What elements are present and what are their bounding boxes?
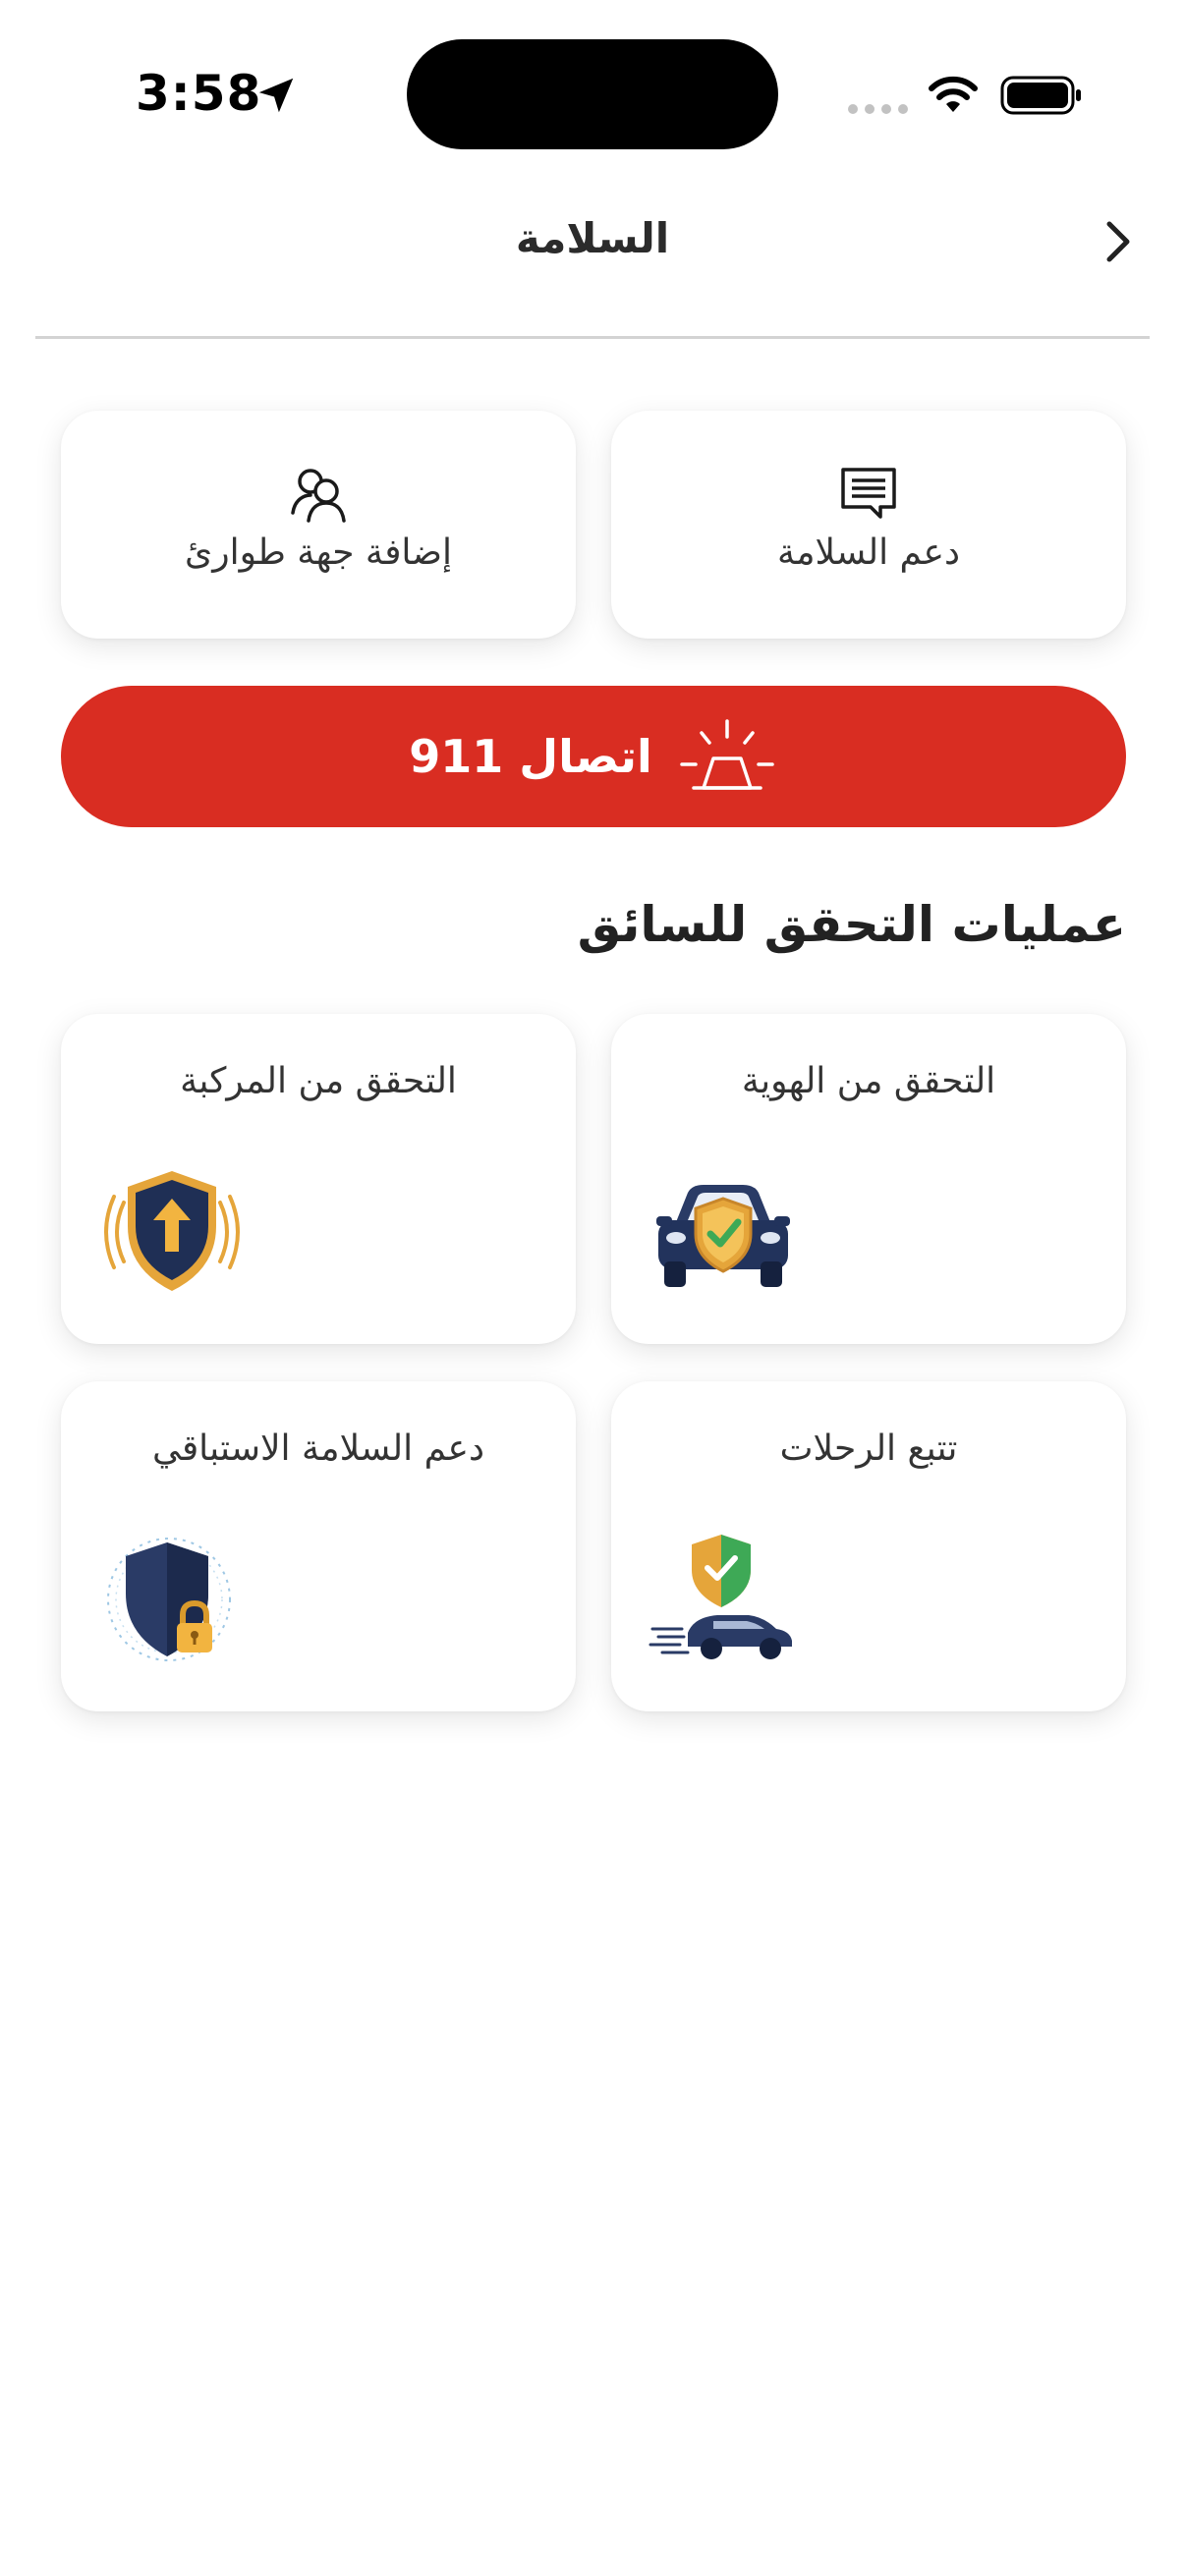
page-title: السلامة <box>515 214 670 262</box>
wifi-icon <box>929 76 978 112</box>
car-shield-icon <box>656 1185 790 1287</box>
header: السلامة <box>0 187 1185 338</box>
vehicle-verification-label: التحقق من المركبة <box>180 1061 457 1101</box>
add-emergency-contact-card[interactable]: إضافة جهة طوارئ <box>61 411 576 639</box>
call-911-label: اتصال 911 <box>409 730 652 783</box>
vehicle-verification-card[interactable]: التحقق من المركبة <box>61 1014 576 1344</box>
shield-arrow-icon <box>104 1171 240 1291</box>
trip-tracking-card[interactable]: تتبع الرحلات <box>611 1381 1126 1711</box>
battery-icon <box>1000 76 1081 115</box>
status-time: 3:58 <box>136 65 262 122</box>
chevron-right-icon <box>1106 221 1130 262</box>
safety-support-card[interactable]: دعم السلامة <box>611 411 1126 639</box>
back-button[interactable] <box>1091 214 1146 269</box>
header-divider <box>35 336 1150 339</box>
location-arrow-icon <box>258 78 294 113</box>
identity-verification-card[interactable]: التحقق من الهوية <box>611 1014 1126 1344</box>
add-emergency-contact-label: إضافة جهة طوارئ <box>185 532 452 573</box>
status-bar: 3:58 <box>0 0 1185 187</box>
shield-lock-icon <box>107 1538 231 1661</box>
proactive-safety-support-card[interactable]: دعم السلامة الاستباقي <box>61 1381 576 1711</box>
proactive-safety-support-label: دعم السلامة الاستباقي <box>151 1428 485 1469</box>
dynamic-island <box>407 39 778 149</box>
identity-verification-label: التحقق من الهوية <box>741 1061 996 1101</box>
siren-icon <box>680 719 774 790</box>
call-911-button[interactable]: اتصال 911 <box>61 686 1126 827</box>
driver-verification-title: عمليات التحقق للسائق <box>577 896 1126 953</box>
shield-car-motion-icon <box>649 1535 792 1659</box>
trip-tracking-label: تتبع الرحلات <box>779 1428 958 1469</box>
add-contact-icon <box>291 469 346 523</box>
safety-support-label: دعم السلامة <box>776 532 961 573</box>
message-icon <box>841 468 896 519</box>
signal-dots-icon <box>848 104 908 114</box>
